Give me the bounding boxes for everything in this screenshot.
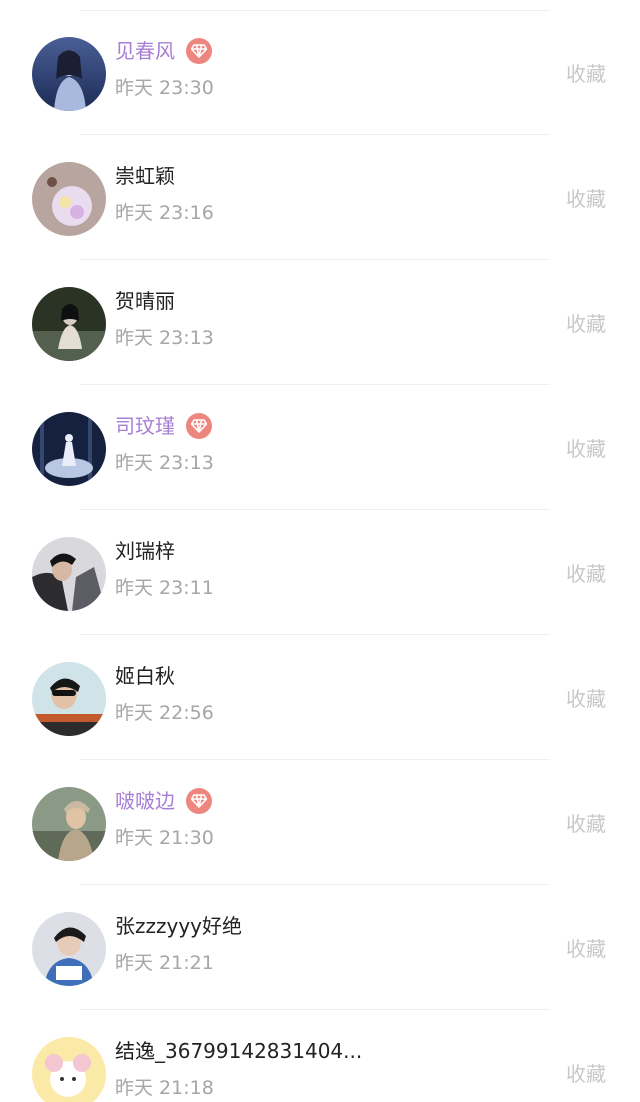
avatar[interactable]	[32, 662, 106, 736]
timestamp: 昨天 23:11	[115, 577, 214, 599]
favorite-button[interactable]: 收藏	[566, 434, 606, 464]
user-name[interactable]: 崇虹颖	[115, 161, 175, 191]
timestamp: 昨天 23:30	[115, 77, 214, 99]
avatar[interactable]	[32, 37, 106, 111]
diamond-icon	[186, 413, 212, 439]
timestamp: 昨天 21:30	[115, 827, 214, 849]
name-line: 司玟瑾	[115, 411, 212, 441]
list-item[interactable]: 司玟瑾 昨天 23:13 收藏	[0, 385, 640, 510]
list-item[interactable]: 贺晴丽 昨天 23:13 收藏	[0, 260, 640, 385]
user-name[interactable]: 见春风	[115, 36, 175, 66]
avatar[interactable]	[32, 162, 106, 236]
avatar[interactable]	[32, 787, 106, 861]
list-item[interactable]: 崇虹颖 昨天 23:16 收藏	[0, 135, 640, 260]
user-name[interactable]: 结逸_36799142831404...	[115, 1036, 362, 1066]
avatar[interactable]	[32, 537, 106, 611]
list-item[interactable]: 结逸_36799142831404... 昨天 21:18 收藏	[0, 1010, 640, 1102]
timestamp: 昨天 23:13	[115, 327, 214, 349]
timestamp: 昨天 21:21	[115, 952, 214, 974]
list-item[interactable]: 姬白秋 昨天 22:56 收藏	[0, 635, 640, 760]
user-list: 见春风 昨天 23:30 收藏 崇虹颖 昨天 23:16 收藏 贺晴丽 昨天 2…	[0, 0, 640, 1102]
name-line: 刘瑞梓	[115, 536, 175, 566]
favorite-button[interactable]: 收藏	[566, 809, 606, 839]
name-line: 见春风	[115, 36, 212, 66]
name-line: 贺晴丽	[115, 286, 175, 316]
name-line: 崇虹颖	[115, 161, 175, 191]
timestamp: 昨天 23:16	[115, 202, 214, 224]
favorite-button[interactable]: 收藏	[566, 184, 606, 214]
favorite-button[interactable]: 收藏	[566, 59, 606, 89]
user-name[interactable]: 司玟瑾	[115, 411, 175, 441]
user-name[interactable]: 贺晴丽	[115, 286, 175, 316]
list-item[interactable]: 张zzzyyy好绝 昨天 21:21 收藏	[0, 885, 640, 1010]
name-line: 张zzzyyy好绝	[115, 911, 242, 941]
timestamp: 昨天 22:56	[115, 702, 214, 724]
favorite-button[interactable]: 收藏	[566, 934, 606, 964]
avatar[interactable]	[32, 1037, 106, 1102]
name-line: 结逸_36799142831404...	[115, 1036, 362, 1066]
list-item[interactable]: 见春风 昨天 23:30 收藏	[0, 10, 640, 135]
timestamp: 昨天 21:18	[115, 1077, 214, 1099]
user-name[interactable]: 姬白秋	[115, 661, 175, 691]
favorite-button[interactable]: 收藏	[566, 684, 606, 714]
avatar[interactable]	[32, 287, 106, 361]
timestamp: 昨天 23:13	[115, 452, 214, 474]
favorite-button[interactable]: 收藏	[566, 1059, 606, 1089]
avatar[interactable]	[32, 912, 106, 986]
diamond-icon	[186, 788, 212, 814]
name-line: 啵啵边	[115, 786, 212, 816]
avatar[interactable]	[32, 412, 106, 486]
list-item[interactable]: 刘瑞梓 昨天 23:11 收藏	[0, 510, 640, 635]
favorite-button[interactable]: 收藏	[566, 559, 606, 589]
name-line: 姬白秋	[115, 661, 175, 691]
user-name[interactable]: 刘瑞梓	[115, 536, 175, 566]
user-name[interactable]: 啵啵边	[115, 786, 175, 816]
list-item[interactable]: 啵啵边 昨天 21:30 收藏	[0, 760, 640, 885]
user-name[interactable]: 张zzzyyy好绝	[115, 911, 242, 941]
diamond-icon	[186, 38, 212, 64]
favorite-button[interactable]: 收藏	[566, 309, 606, 339]
